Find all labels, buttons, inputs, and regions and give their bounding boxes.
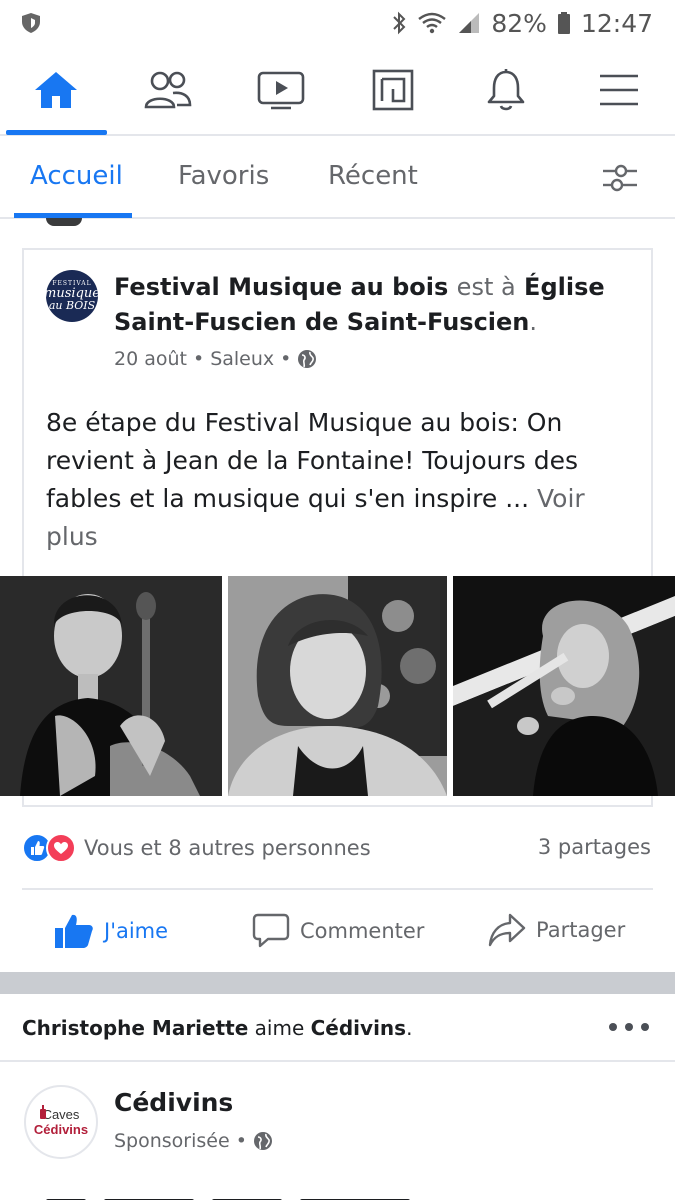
photo-grid <box>0 576 675 796</box>
nav-active-indicator <box>6 130 107 135</box>
top-navigation <box>0 46 675 136</box>
story-object[interactable]: Cédivins <box>311 1016 406 1040</box>
previous-post-avatar-edge <box>46 218 82 226</box>
comment-button[interactable]: Commenter <box>252 913 424 949</box>
marketplace-icon <box>372 69 414 111</box>
cedivins-avatar[interactable]: Caves Cédivins <box>24 1085 98 1159</box>
photo-singer[interactable] <box>228 576 447 796</box>
photo-cellist[interactable] <box>0 576 222 796</box>
globe-icon <box>298 350 317 368</box>
divider <box>0 1060 675 1062</box>
post-author[interactable]: Festival Musique au bois <box>114 273 448 301</box>
bluetooth-icon <box>393 11 406 35</box>
nav-friends[interactable] <box>118 60 218 120</box>
tab-recent[interactable]: Récent <box>328 161 418 191</box>
shares-count[interactable]: 3 partages <box>538 835 651 859</box>
notifications-icon <box>487 69 525 111</box>
sponsored-label: Sponsorisée <box>114 1130 230 1152</box>
divider <box>22 888 653 890</box>
story-verb: aime <box>254 1016 305 1040</box>
battery-icon <box>557 12 570 34</box>
story-context: Christophe Mariette aime Cédivins. <box>22 1016 413 1040</box>
share-label: Partager <box>536 918 626 942</box>
thumbs-up-icon <box>55 914 93 948</box>
share-icon <box>488 913 526 947</box>
sponsor-meta: Sponsorisée • <box>114 1130 273 1152</box>
post-text: 8e étape du Festival Musique au bois: On… <box>46 408 579 513</box>
friends-icon <box>144 71 192 109</box>
wifi-icon <box>418 12 447 34</box>
status-bar: 82% 12:47 <box>0 0 675 46</box>
battery-percent: 82% <box>491 8 547 38</box>
menu-icon <box>600 74 638 106</box>
nav-marketplace[interactable] <box>343 60 443 120</box>
post-date[interactable]: 20 août <box>114 348 187 370</box>
post-connector: est à <box>456 273 516 301</box>
tab-favoris[interactable]: Favoris <box>178 161 269 191</box>
reactions-summary[interactable]: Vous et 8 autres personnes <box>22 830 371 866</box>
signal-icon <box>459 13 480 33</box>
tab-accueil[interactable]: Accueil <box>30 161 123 191</box>
next-text-edge <box>46 1192 626 1200</box>
post-body: 8e étape du Festival Musique au bois: On… <box>46 404 636 556</box>
page-avatar[interactable]: FESTIVAL musique au BOIS <box>46 270 98 322</box>
story-actor[interactable]: Christophe Mariette <box>22 1016 248 1040</box>
nav-menu[interactable] <box>569 60 669 120</box>
like-button[interactable]: J'aime <box>54 913 168 949</box>
nav-home[interactable] <box>6 60 106 120</box>
sponsor-page-name[interactable]: Cédivins <box>114 1088 233 1117</box>
post-actions: J'aime Commenter Partager <box>0 905 675 961</box>
like-label: J'aime <box>104 919 169 943</box>
avatar-logo: FESTIVAL musique au BOIS <box>46 280 98 312</box>
share-button[interactable]: Partager <box>488 913 625 947</box>
comment-label: Commenter <box>300 919 425 943</box>
comment-icon <box>252 913 290 948</box>
nav-watch[interactable] <box>231 60 331 120</box>
globe-icon <box>253 1132 272 1150</box>
post-card-bottom <box>22 795 653 807</box>
love-reaction-icon <box>46 833 76 863</box>
post-meta: 20 août • Saleux • <box>114 348 317 370</box>
reactions-text: Vous et 8 autres personnes <box>84 836 371 860</box>
clock: 12:47 <box>580 8 653 38</box>
more-options-icon[interactable] <box>609 1015 649 1039</box>
nav-notifications[interactable] <box>456 60 556 120</box>
photo-flutist[interactable] <box>453 576 675 796</box>
feed-tabs: Accueil Favoris Récent <box>0 137 675 219</box>
filter-icon[interactable] <box>601 163 639 193</box>
home-icon <box>35 72 77 108</box>
wine-bottle-icon <box>40 1105 46 1119</box>
post-header: Festival Musique au bois est à Église Sa… <box>114 273 605 336</box>
shield-icon <box>22 13 40 33</box>
feed-separator <box>0 972 675 994</box>
watch-icon <box>257 71 305 110</box>
post-location[interactable]: Saleux <box>210 348 274 370</box>
